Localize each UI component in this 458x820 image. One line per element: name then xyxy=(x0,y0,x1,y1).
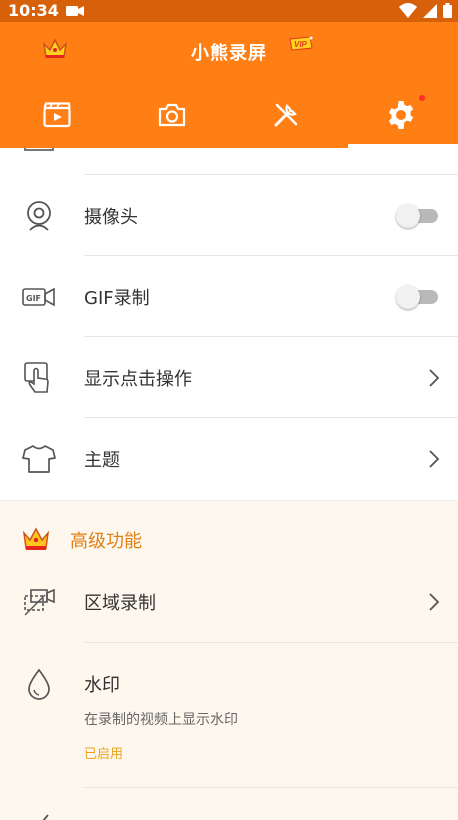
gif-toggle[interactable] xyxy=(396,284,440,309)
chevron-right-icon xyxy=(429,450,440,468)
webcam-icon xyxy=(27,201,51,231)
camera-icon xyxy=(158,103,185,127)
area-record-icon xyxy=(24,588,55,616)
status-bar: 10:34 xyxy=(0,0,458,22)
setting-brush-label: 画笔 xyxy=(84,816,120,820)
status-time: 10:34 xyxy=(8,1,59,20)
water-drop-icon xyxy=(28,668,50,700)
setting-area-recording-label: 区域录制 xyxy=(84,593,156,614)
camera-toggle[interactable] xyxy=(396,203,440,228)
tab-settings[interactable] xyxy=(344,82,458,148)
tab-camera[interactable] xyxy=(115,82,230,148)
setting-brush-row[interactable]: 画笔 xyxy=(0,788,458,820)
signal-icon xyxy=(423,3,437,18)
setting-camera-row[interactable]: 摄像头 xyxy=(0,175,458,256)
premium-section: 高级功能 区域录制 水印 在录制的视频上显示水印 已启用 xyxy=(0,500,458,820)
setting-camera-label: 摄像头 xyxy=(84,207,138,228)
notification-dot xyxy=(419,95,425,101)
setting-gif-row[interactable]: GIF GIF录制 xyxy=(0,256,458,337)
tshirt-icon xyxy=(22,445,56,473)
setting-theme-label: 主题 xyxy=(84,450,120,471)
vip-badge-text: VIP xyxy=(294,40,308,49)
setting-theme-row[interactable]: 主题 xyxy=(0,418,458,500)
setting-show-touches-label: 显示点击操作 xyxy=(84,369,192,390)
tools-icon xyxy=(274,103,298,127)
tab-bar xyxy=(0,82,458,148)
wifi-icon xyxy=(399,3,417,18)
premium-section-title: 高级功能 xyxy=(70,531,142,552)
setting-watermark-row[interactable]: 水印 在录制的视频上显示水印 已启用 xyxy=(0,643,458,788)
gif-camera-icon: GIF xyxy=(22,287,55,307)
touch-hand-icon xyxy=(24,362,49,393)
tab-tools[interactable] xyxy=(229,82,344,148)
setting-watermark-label: 水印 xyxy=(84,675,120,696)
app-title: 小熊录屏 xyxy=(191,43,267,64)
setting-area-recording-row[interactable]: 区域录制 xyxy=(0,561,458,643)
vip-badge-icon: VIP xyxy=(289,36,313,51)
app-bar: 小熊录屏 VIP xyxy=(0,22,458,148)
brush-icon xyxy=(42,814,49,820)
setting-show-touches-row[interactable]: 显示点击操作 xyxy=(0,337,458,418)
gear-icon xyxy=(388,101,413,129)
setting-watermark-description: 在录制的视频上显示水印 xyxy=(84,712,238,728)
partial-item-icon xyxy=(24,148,54,151)
battery-icon xyxy=(443,3,452,18)
watermark-status: 已启用 xyxy=(84,747,124,762)
status-icons xyxy=(399,3,452,18)
svg-text:GIF: GIF xyxy=(26,294,41,303)
video-camera-icon xyxy=(66,6,84,16)
chevron-right-icon xyxy=(429,369,440,387)
chevron-right-icon xyxy=(429,593,440,611)
settings-list: 摄像头 GIF GIF录制 显示点击操作 主题 高级功能 区域录制 水印 在录制… xyxy=(0,148,458,820)
tab-videos[interactable] xyxy=(0,82,115,148)
premium-crown-icon xyxy=(22,527,50,550)
partial-list-item xyxy=(0,148,458,175)
video-clapper-icon xyxy=(43,102,71,128)
setting-gif-label: GIF录制 xyxy=(84,288,150,309)
